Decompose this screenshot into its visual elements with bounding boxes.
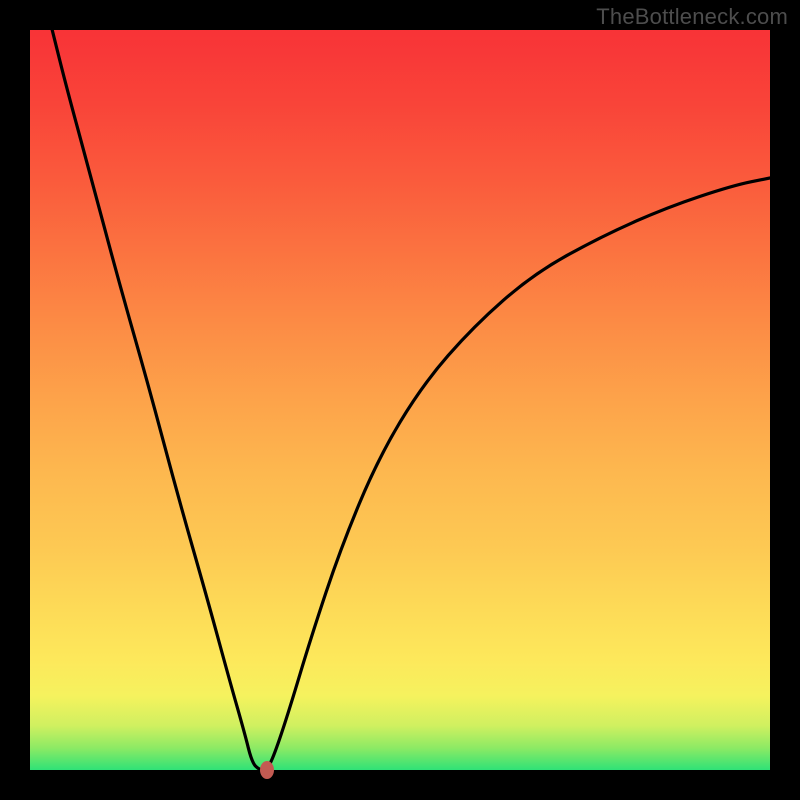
bottleneck-curve-svg bbox=[30, 30, 770, 770]
bottleneck-curve-path bbox=[52, 30, 770, 770]
watermark-text: TheBottleneck.com bbox=[596, 4, 788, 30]
chart-frame: TheBottleneck.com bbox=[0, 0, 800, 800]
optimal-point-marker bbox=[260, 761, 274, 779]
